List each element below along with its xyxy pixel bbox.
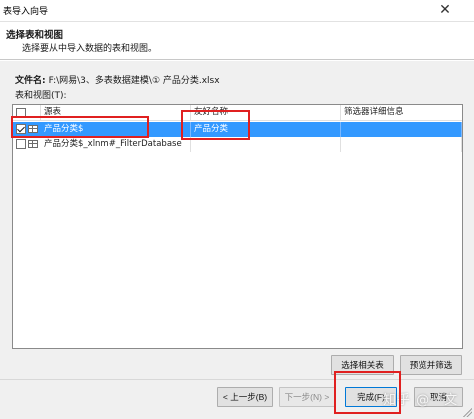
friendly-name-cell[interactable]: 产品分类 [191,122,341,137]
back-button[interactable]: < 上一步(B) [217,387,273,407]
wizard-header: 选择表和视图 选择要从中导入数据的表和视图。 [0,22,474,60]
title-bar: 表导入向导 ✕ [0,0,474,22]
source-table-cell: 产品分类$_xlnm#_FilterDatabase [41,137,191,152]
friendly-name-cell[interactable] [191,137,341,152]
table-row[interactable]: 产品分类$_xlnm#_FilterDatabase [13,137,462,152]
tables-list[interactable]: 源表 友好名称 筛选器详细信息 产品分类$ 产品分类 产品分类$_xlnm#_F… [12,104,463,349]
select-all-checkbox[interactable] [16,108,26,118]
wizard-content: 文件名: F:\网易\3、多表数据建模\① 产品分类.xlsx 表和视图(T): … [0,61,474,419]
finish-button[interactable]: 完成(F) [345,387,397,407]
step-description: 选择要从中导入数据的表和视图。 [22,44,158,54]
close-icon[interactable]: ✕ [416,0,474,22]
column-header-filter-details[interactable]: 筛选器详细信息 [341,105,462,121]
list-header: 源表 友好名称 筛选器详细信息 [13,105,462,121]
filter-details-cell[interactable] [341,122,462,137]
window-title: 表导入向导 [3,7,49,17]
footer-divider [0,379,474,380]
file-path: F:\网易\3、多表数据建模\① 产品分类.xlsx [48,76,220,86]
step-title: 选择表和视图 [6,30,64,41]
row-checkbox[interactable] [16,139,26,149]
table-icon [28,140,38,148]
column-header-friendly-name[interactable]: 友好名称 [191,105,341,121]
select-all-column [13,105,41,121]
table-row[interactable]: 产品分类$ 产品分类 [13,122,462,137]
row-checkbox[interactable] [16,124,26,134]
file-name-row: 文件名: F:\网易\3、多表数据建模\① 产品分类.xlsx [15,73,220,86]
column-header-source[interactable]: 源表 [41,105,191,121]
resize-grip-icon[interactable] [462,407,472,417]
next-button: 下一步(N) > [279,387,335,407]
cancel-button[interactable]: 取消 [414,387,463,407]
table-icon [28,125,38,133]
filter-details-cell[interactable] [341,137,462,152]
select-related-tables-button[interactable]: 选择相关表 [331,355,394,375]
preview-filter-button[interactable]: 预览并筛选 [400,355,462,375]
tables-views-label: 表和视图(T): [15,91,67,101]
file-name-label: 文件名: [15,76,46,86]
source-table-cell: 产品分类$ [41,122,191,137]
